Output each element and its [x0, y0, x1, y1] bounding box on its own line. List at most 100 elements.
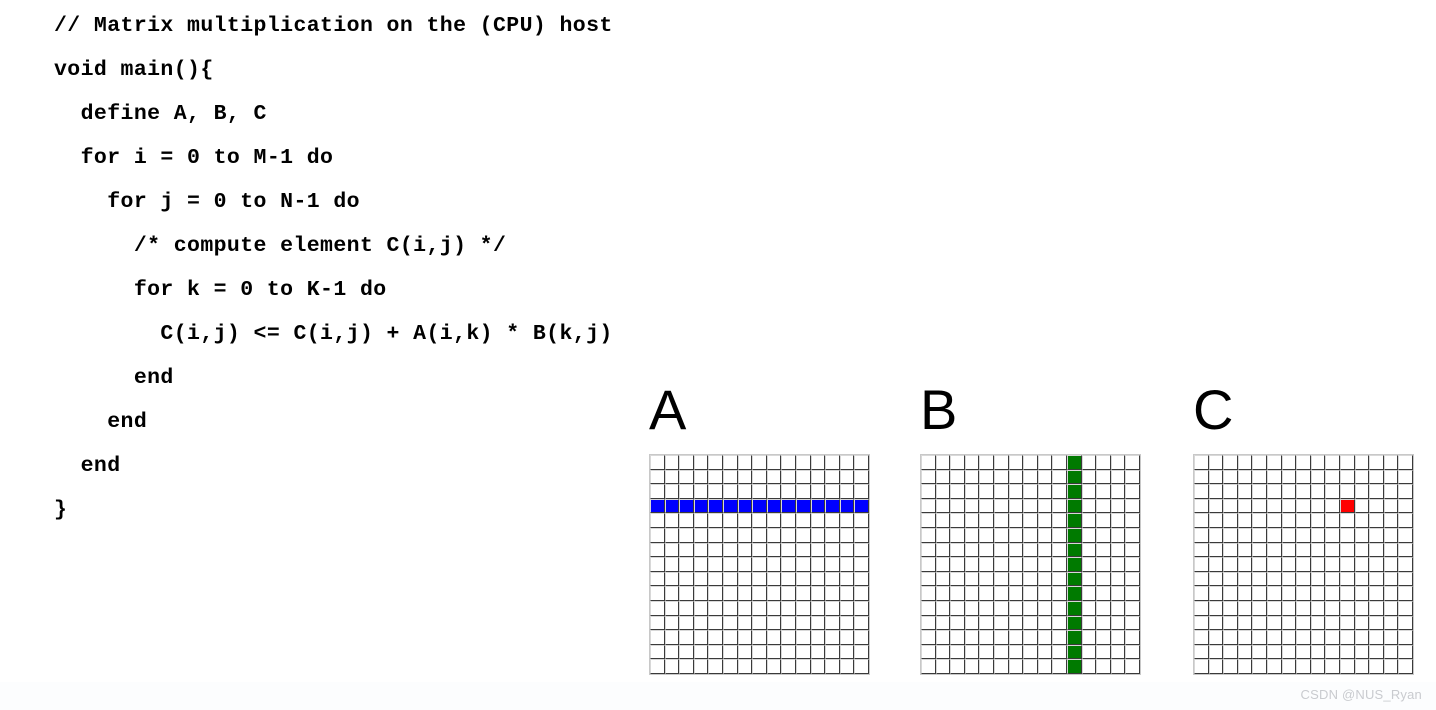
grid-cell	[679, 659, 694, 674]
grid-cell	[810, 557, 826, 572]
grid-cell	[752, 542, 767, 558]
grid-cell	[1208, 542, 1224, 558]
grid-cell	[1266, 542, 1282, 558]
grid-cell	[935, 586, 951, 601]
highlighted-cell	[1066, 542, 1082, 558]
grid-cell	[1281, 659, 1297, 674]
highlighted-cell	[1339, 498, 1355, 514]
grid-cell	[1281, 469, 1297, 485]
grid-cell	[1339, 542, 1355, 558]
grid-cell	[1110, 659, 1126, 674]
grid-cell	[1008, 527, 1024, 543]
grid-cell	[1208, 455, 1224, 470]
grid-cell	[1037, 659, 1053, 674]
grid-cell	[1383, 630, 1399, 645]
grid-cell	[1252, 630, 1267, 645]
grid-cell	[664, 644, 680, 660]
grid-cell	[693, 659, 709, 674]
grid-cell	[1237, 469, 1253, 485]
grid-cell	[1110, 571, 1126, 587]
grid-cell	[1383, 455, 1399, 470]
grid-cell	[1398, 571, 1413, 587]
highlighted-cell	[1066, 513, 1082, 528]
grid-cell	[708, 586, 723, 601]
grid-cell	[708, 455, 723, 470]
grid-cell	[993, 600, 1009, 616]
grid-cell	[781, 600, 796, 616]
grid-cell	[1310, 557, 1326, 572]
grid-cell	[1125, 630, 1140, 645]
grid-cell	[1096, 600, 1111, 616]
grid-cell	[993, 498, 1009, 514]
grid-cell	[693, 455, 709, 470]
grid-cell	[1252, 557, 1267, 572]
grid-cell	[993, 455, 1009, 470]
highlighted-cell	[664, 498, 680, 514]
grid-cell	[1223, 630, 1238, 645]
grid-cell	[1223, 659, 1238, 674]
grid-cell	[1023, 513, 1038, 528]
grid-cell	[1096, 542, 1111, 558]
grid-cell	[1125, 498, 1140, 514]
grid-cell	[664, 455, 680, 470]
grid-cell	[1310, 630, 1326, 645]
grid-cell	[1398, 630, 1413, 645]
grid-cell	[921, 644, 936, 660]
grid-cell	[950, 513, 965, 528]
grid-cell	[1208, 644, 1224, 660]
grid-cell	[964, 600, 980, 616]
grid-cell	[1208, 630, 1224, 645]
grid-cell	[1398, 557, 1413, 572]
grid-cell	[1369, 557, 1384, 572]
grid-cell	[1354, 542, 1370, 558]
grid-cell	[1081, 644, 1097, 660]
grid-cell	[1281, 571, 1297, 587]
grid-cell	[650, 557, 665, 572]
matrix-label-c: C	[1193, 378, 1234, 441]
grid-cell	[1325, 513, 1340, 528]
grid-cell	[1296, 513, 1311, 528]
grid-cell	[1252, 542, 1267, 558]
highlighted-cell	[839, 498, 855, 514]
grid-cell	[1223, 455, 1238, 470]
grid-cell	[964, 513, 980, 528]
grid-cell	[1194, 469, 1209, 485]
grid-cell	[1310, 498, 1326, 514]
grid-cell	[1281, 542, 1297, 558]
grid-cell	[979, 557, 994, 572]
grid-cell	[1081, 630, 1097, 645]
grid-cell	[1266, 557, 1282, 572]
grid-cell	[1194, 455, 1209, 470]
grid-cell	[1208, 557, 1224, 572]
grid-cell	[1125, 455, 1140, 470]
highlighted-cell	[1066, 484, 1082, 499]
matrix-grid-c	[1193, 454, 1414, 675]
grid-cell	[1383, 571, 1399, 587]
grid-cell	[993, 542, 1009, 558]
bottom-band	[0, 682, 1436, 710]
grid-cell	[935, 484, 951, 499]
grid-cell	[825, 586, 840, 601]
grid-cell	[737, 484, 753, 499]
code-line: // Matrix multiplication on the (CPU) ho…	[54, 14, 613, 38]
grid-cell	[1194, 644, 1209, 660]
grid-cell	[993, 630, 1009, 645]
grid-cell	[1037, 557, 1053, 572]
grid-cell	[993, 586, 1009, 601]
grid-cell	[1110, 542, 1126, 558]
grid-cell	[1325, 469, 1340, 485]
grid-cell	[650, 513, 665, 528]
grid-cell	[1281, 527, 1297, 543]
grid-cell	[935, 527, 951, 543]
grid-cell	[810, 542, 826, 558]
grid-cell	[839, 469, 855, 485]
grid-cell	[1296, 586, 1311, 601]
grid-cell	[722, 557, 738, 572]
grid-cell	[664, 557, 680, 572]
grid-cell	[854, 527, 869, 543]
grid-cell	[1296, 571, 1311, 587]
grid-cell	[1296, 498, 1311, 514]
grid-cell	[664, 600, 680, 616]
highlighted-cell	[1066, 498, 1082, 514]
grid-cell	[964, 644, 980, 660]
